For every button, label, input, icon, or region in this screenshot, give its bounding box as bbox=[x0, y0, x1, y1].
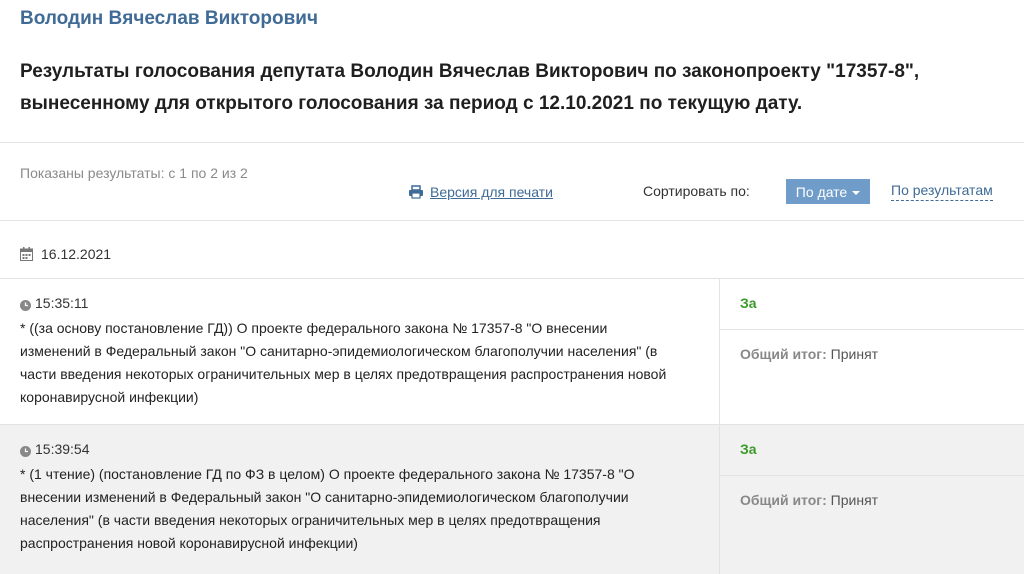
date-group-header: 16.12.2021 bbox=[20, 246, 111, 262]
sort-by-results-link[interactable]: По результатам bbox=[891, 182, 993, 201]
date-group-label: 16.12.2021 bbox=[41, 246, 112, 262]
overall-result-value: Принят bbox=[830, 346, 879, 362]
clock-icon bbox=[20, 298, 31, 311]
sort-by-date-label: По дате bbox=[795, 183, 848, 200]
overall-result-label: Общий итог: bbox=[740, 492, 827, 508]
page-title: Результаты голосования депутата Володин … bbox=[20, 61, 920, 114]
deputy-vote-result: За bbox=[740, 441, 757, 457]
divider bbox=[0, 220, 1024, 221]
printer-icon bbox=[408, 185, 424, 199]
sort-label: Сортировать по: bbox=[643, 183, 750, 199]
print-version-link[interactable]: Версия для печати bbox=[408, 184, 553, 200]
overall-result: Общий итог: Принят bbox=[740, 346, 878, 362]
vote-details: 15:39:54 * (1 чтение) (постановление ГД … bbox=[0, 425, 720, 574]
vote-time-value: 15:35:11 bbox=[35, 295, 89, 311]
results-count: Показаны результаты: с 1 по 2 из 2 bbox=[20, 165, 248, 181]
print-version-label: Версия для печати bbox=[430, 184, 553, 200]
vote-description: * ((за основу постановление ГД)) О проек… bbox=[20, 320, 667, 405]
divider bbox=[720, 329, 1024, 330]
clock-icon bbox=[20, 444, 31, 457]
vote-details: 15:35:11 * ((за основу постановление ГД)… bbox=[0, 279, 720, 424]
vote-row: 15:39:54 * (1 чтение) (постановление ГД … bbox=[0, 424, 1024, 574]
chevron-down-icon bbox=[852, 191, 861, 195]
vote-time: 15:39:54 bbox=[20, 441, 90, 457]
calendar-icon bbox=[20, 247, 33, 261]
vote-description: * (1 чтение) (постановление ГД по ФЗ в ц… bbox=[20, 466, 635, 551]
vote-row: 15:35:11 * ((за основу постановление ГД)… bbox=[0, 278, 1024, 424]
divider bbox=[720, 475, 1024, 476]
deputy-name[interactable]: Володин Вячеслав Викторович bbox=[20, 8, 318, 30]
divider bbox=[0, 142, 1024, 143]
vote-time: 15:35:11 bbox=[20, 295, 88, 311]
sort-by-date-button[interactable]: По дате bbox=[786, 179, 870, 204]
overall-result: Общий итог: Принят bbox=[740, 492, 878, 508]
overall-result-value: Принят bbox=[830, 492, 879, 508]
deputy-vote-result: За bbox=[740, 295, 757, 311]
overall-result-label: Общий итог: bbox=[740, 346, 827, 362]
vote-time-value: 15:39:54 bbox=[35, 441, 90, 457]
